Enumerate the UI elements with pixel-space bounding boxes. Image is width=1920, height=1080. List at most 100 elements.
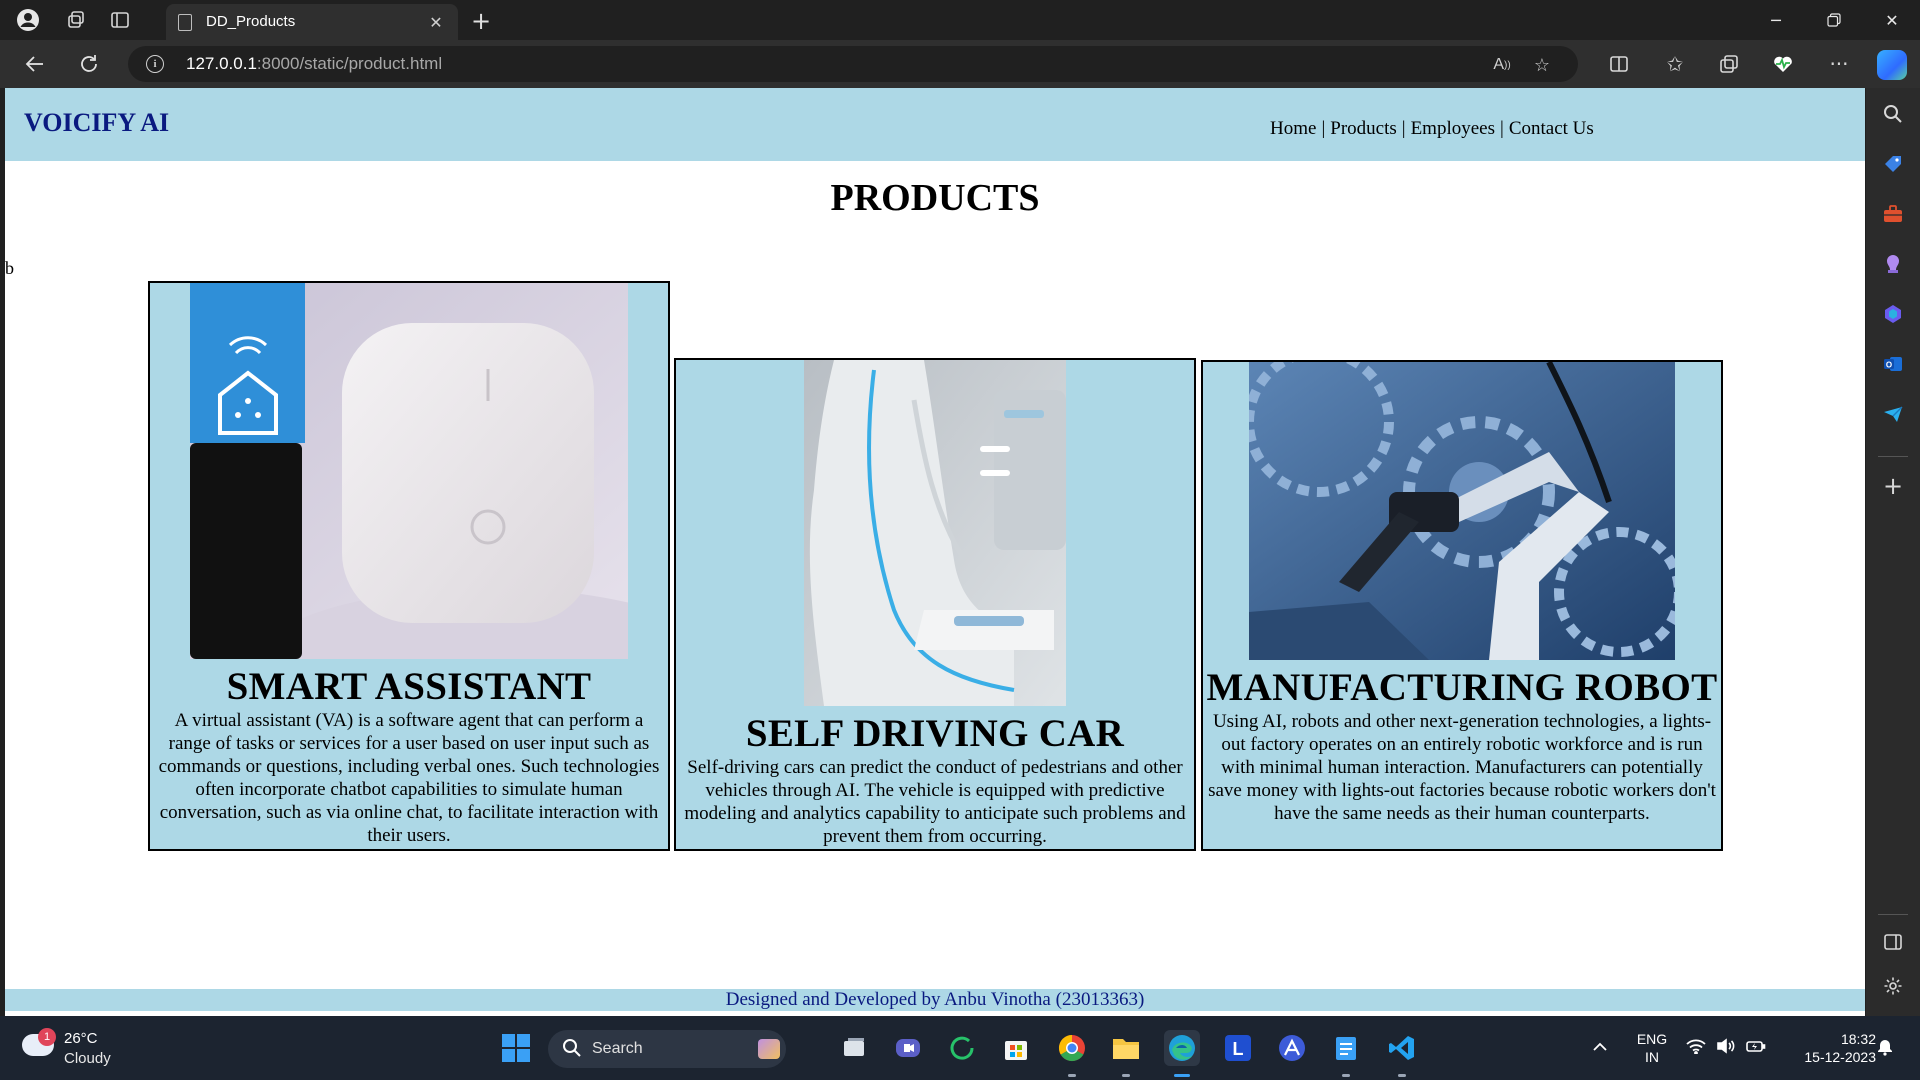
browser-tab-active[interactable]: DD_Products ✕ bbox=[166, 4, 458, 40]
weather-badge: 1 bbox=[38, 1028, 56, 1046]
nav-separator: | bbox=[1321, 118, 1326, 139]
nav-link-contact-us[interactable]: Contact Us bbox=[1509, 118, 1594, 139]
microsoft-365-icon[interactable] bbox=[1879, 300, 1907, 328]
nav-link-home[interactable]: Home bbox=[1270, 118, 1316, 139]
back-icon[interactable] bbox=[20, 49, 50, 79]
arc-app-icon[interactable] bbox=[1274, 1030, 1310, 1066]
site-info-icon[interactable]: i bbox=[146, 55, 164, 73]
nav-separator: | bbox=[1500, 118, 1504, 139]
more-options-icon[interactable]: ··· bbox=[1824, 49, 1854, 79]
svg-text:L: L bbox=[1233, 1039, 1244, 1059]
product-description: Using AI, robots and other next-generati… bbox=[1208, 711, 1716, 824]
restore-icon[interactable] bbox=[1806, 0, 1862, 40]
copilot-icon[interactable] bbox=[1877, 50, 1907, 80]
url-path: :8000/static/product.html bbox=[256, 54, 443, 73]
smart-assistant-image bbox=[190, 283, 628, 659]
product-card-smart-assistant: SMART ASSISTANT A virtual assistant (VA)… bbox=[148, 281, 670, 851]
product-card-manufacturing-robot: MANUFACTURING ROBOT Using AI, robots and… bbox=[1201, 360, 1723, 851]
refresh-app-icon[interactable] bbox=[944, 1030, 980, 1066]
stray-text: b bbox=[5, 258, 14, 278]
add-sidebar-app-icon[interactable]: + bbox=[1879, 472, 1907, 500]
notepad-icon[interactable] bbox=[1328, 1030, 1364, 1066]
games-icon[interactable] bbox=[1879, 250, 1907, 278]
microsoft-store-icon[interactable] bbox=[998, 1030, 1034, 1066]
clock[interactable]: 18:32 15-12-2023 bbox=[1780, 1030, 1876, 1066]
settings-gear-icon[interactable] bbox=[1879, 972, 1907, 1000]
workspaces-icon[interactable] bbox=[62, 6, 90, 34]
l-app-icon[interactable]: L bbox=[1220, 1030, 1256, 1066]
battery-icon[interactable] bbox=[1746, 1038, 1766, 1059]
browser-title-bar: DD_Products ✕ + ─ ✕ bbox=[0, 0, 1920, 40]
sidebar-divider bbox=[1878, 456, 1908, 457]
running-indicator bbox=[1122, 1074, 1130, 1077]
running-indicator bbox=[1398, 1074, 1406, 1077]
address-bar[interactable]: i 127.0.0.1:8000/static/product.html A))… bbox=[128, 46, 1578, 82]
url-host: 127.0.0.1 bbox=[186, 54, 257, 73]
split-screen-icon[interactable] bbox=[1604, 49, 1634, 79]
search-highlight-icon bbox=[758, 1039, 780, 1059]
region-code: IN bbox=[1645, 1049, 1659, 1065]
vscode-icon[interactable] bbox=[1384, 1030, 1420, 1066]
tools-briefcase-icon[interactable] bbox=[1879, 200, 1907, 228]
favorites-icon[interactable]: ✩ bbox=[1660, 49, 1690, 79]
site-logo[interactable]: VOICIFY AI bbox=[24, 108, 169, 138]
read-aloud-icon[interactable]: A)) bbox=[1490, 53, 1514, 77]
self-driving-car-image bbox=[804, 360, 1066, 706]
tab-actions-icon[interactable] bbox=[106, 6, 134, 34]
favorite-star-icon[interactable]: ☆ bbox=[1530, 53, 1554, 77]
close-window-icon[interactable]: ✕ bbox=[1864, 0, 1920, 40]
product-title: MANUFACTURING ROBOT bbox=[1206, 666, 1718, 709]
tab-close-icon[interactable]: ✕ bbox=[424, 10, 448, 34]
browser-essentials-icon[interactable] bbox=[1768, 49, 1798, 79]
language-code: ENG bbox=[1636, 1031, 1668, 1047]
wifi-icon[interactable] bbox=[1686, 1038, 1706, 1059]
svg-text:O: O bbox=[1886, 361, 1892, 370]
taskbar-search[interactable]: Search bbox=[548, 1030, 786, 1068]
site-nav: Home | Products | Employees | Contact Us bbox=[1270, 118, 1594, 140]
show-hidden-icons-chevron-icon[interactable] bbox=[1592, 1038, 1608, 1058]
profile-icon[interactable] bbox=[14, 6, 42, 34]
site-footer: Designed and Developed by Anbu Vinotha (… bbox=[5, 989, 1865, 1011]
collections-icon[interactable] bbox=[1714, 49, 1744, 79]
clock-date: 15-12-2023 bbox=[1804, 1049, 1876, 1065]
outlook-icon[interactable]: O bbox=[1879, 350, 1907, 378]
shopping-tag-icon[interactable] bbox=[1879, 150, 1907, 178]
search-label: Search bbox=[592, 1040, 643, 1057]
task-view-icon[interactable] bbox=[836, 1030, 872, 1066]
taskbar: 1 26°C Cloudy Search L ENG IN 18:32 15-1… bbox=[0, 1016, 1920, 1080]
browser-sidebar: O + bbox=[1866, 88, 1920, 1016]
product-title: SMART ASSISTANT bbox=[226, 665, 592, 708]
teams-meet-icon[interactable] bbox=[890, 1030, 926, 1066]
nav-link-products[interactable]: Products bbox=[1330, 118, 1397, 139]
sidebar-divider bbox=[1878, 914, 1908, 915]
search-icon[interactable] bbox=[1879, 100, 1907, 128]
page-icon bbox=[178, 14, 192, 31]
web-page: VOICIFY AI Home | Products | Employees | Conta… bbox=[5, 88, 1865, 1016]
refresh-icon[interactable] bbox=[74, 49, 104, 79]
running-indicator bbox=[1342, 1074, 1350, 1077]
url-text[interactable]: 127.0.0.1:8000/static/product.html bbox=[186, 54, 442, 74]
minimize-icon[interactable]: ─ bbox=[1748, 0, 1804, 40]
notification-bell-icon[interactable] bbox=[1876, 1038, 1894, 1061]
product-card-self-driving-car: SELF DRIVING CAR Self-driving cars can p… bbox=[674, 358, 1196, 851]
language-indicator[interactable]: ENG IN bbox=[1632, 1030, 1672, 1066]
file-explorer-icon[interactable] bbox=[1108, 1030, 1144, 1066]
tab-title: DD_Products bbox=[206, 13, 296, 30]
product-description: Self-driving cars can predict the conduc… bbox=[684, 757, 1186, 847]
manufacturing-robot-image bbox=[1249, 362, 1675, 660]
site-header: VOICIFY AI Home | Products | Employees | Conta… bbox=[5, 88, 1865, 161]
windows-start-icon[interactable] bbox=[498, 1030, 534, 1066]
volume-icon[interactable] bbox=[1716, 1038, 1736, 1059]
weather-description[interactable]: Cloudy bbox=[64, 1050, 111, 1067]
clock-time: 18:32 bbox=[1840, 1031, 1876, 1047]
new-tab-icon[interactable]: + bbox=[466, 6, 496, 36]
page-title: PRODUCTS bbox=[830, 177, 1040, 219]
drop-send-icon[interactable] bbox=[1879, 400, 1907, 428]
edge-icon[interactable] bbox=[1164, 1030, 1200, 1066]
chrome-icon[interactable] bbox=[1054, 1030, 1090, 1066]
nav-link-employees[interactable]: Employees bbox=[1411, 118, 1495, 139]
browser-toolbar: i 127.0.0.1:8000/static/product.html A))… bbox=[0, 40, 1920, 88]
hide-sidebar-icon[interactable] bbox=[1879, 928, 1907, 956]
weather-temperature[interactable]: 26°C bbox=[64, 1030, 98, 1047]
product-title: SELF DRIVING CAR bbox=[745, 712, 1125, 755]
